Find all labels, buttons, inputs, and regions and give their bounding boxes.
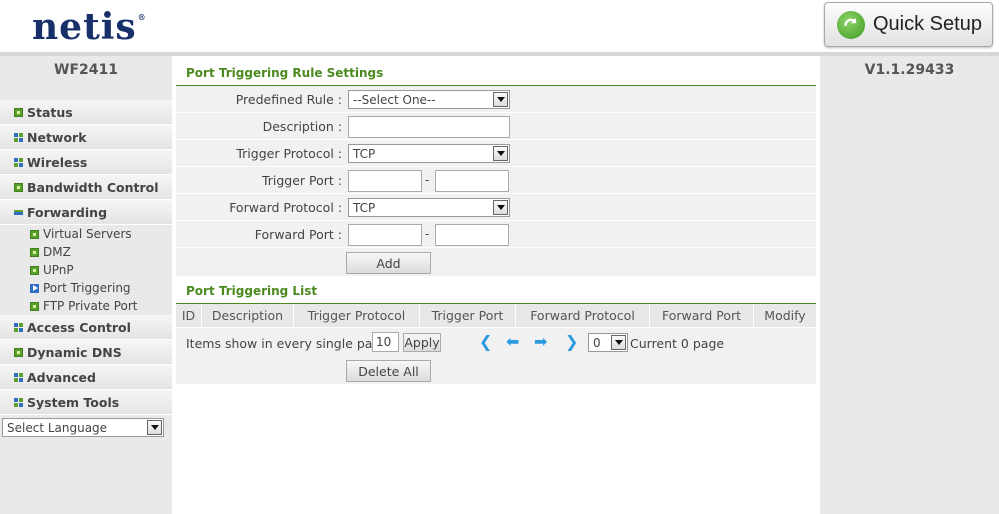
- chevron-down-icon[interactable]: [493, 146, 508, 161]
- apply-button[interactable]: Apply: [403, 333, 441, 352]
- right-sidebar: V1.1.29433: [820, 56, 999, 514]
- quick-setup-label: Quick Setup: [873, 13, 982, 35]
- delete-all-button[interactable]: Delete All: [346, 360, 431, 382]
- current-page-text: Current 0 page: [630, 336, 725, 351]
- chevron-down-icon[interactable]: [611, 335, 626, 350]
- model-name: WF2411: [54, 62, 118, 78]
- submenu-upnp[interactable]: UPnP: [0, 261, 172, 279]
- forward-port-separator: -: [425, 227, 430, 241]
- trigger-port-start-input[interactable]: [348, 170, 422, 192]
- trigger-protocol-select[interactable]: TCP: [348, 144, 510, 163]
- refresh-arrow-icon: [837, 10, 865, 39]
- active-arrow-icon: [30, 283, 39, 293]
- wireless-icon: [14, 157, 23, 167]
- menu-item-network[interactable]: Network: [0, 125, 172, 150]
- header: netis® Quick Setup: [0, 0, 999, 52]
- bandwidth-icon: [14, 182, 23, 192]
- column-trigger-port: Trigger Port: [420, 304, 516, 327]
- forward-protocol-label: Forward Protocol :: [229, 200, 342, 215]
- bullet-icon: [30, 265, 39, 275]
- forward-port-end-input[interactable]: [435, 224, 509, 246]
- menu-item-access-control[interactable]: Access Control: [0, 315, 172, 340]
- menu-item-bandwidth-control[interactable]: Bandwidth Control: [0, 175, 172, 200]
- previous-page-icon[interactable]: ⬅: [506, 334, 519, 350]
- trigger-protocol-row: Trigger Protocol : TCP: [176, 140, 816, 167]
- chevron-down-icon[interactable]: [147, 420, 162, 435]
- trigger-port-end-input[interactable]: [435, 170, 509, 192]
- predefined-rule-row: Predefined Rule : --Select One--: [176, 86, 816, 113]
- settings-section-title: Port Triggering Rule Settings: [176, 56, 816, 86]
- dynamic-dns-icon: [14, 347, 23, 357]
- predefined-rule-label: Predefined Rule :: [235, 92, 342, 107]
- network-icon: [14, 132, 23, 142]
- collapse-icon: [14, 209, 23, 215]
- add-button[interactable]: Add: [346, 252, 431, 274]
- page-select[interactable]: 0: [588, 333, 628, 352]
- column-id: ID: [176, 304, 202, 327]
- chevron-down-icon[interactable]: [493, 92, 508, 107]
- items-per-page-input[interactable]: 10: [372, 332, 399, 352]
- last-page-icon[interactable]: ❯: [565, 334, 578, 350]
- column-trigger-protocol: Trigger Protocol: [294, 304, 420, 327]
- forward-port-start-input[interactable]: [348, 224, 422, 246]
- forward-protocol-select[interactable]: TCP: [348, 198, 510, 217]
- items-per-page-label: Items show in every single page: [186, 336, 389, 351]
- trigger-port-label: Trigger Port :: [261, 173, 342, 188]
- left-sidebar: WF2411 Status Network Wireless Bandwidth…: [0, 56, 172, 514]
- list-section-title: Port Triggering List: [176, 277, 816, 304]
- access-control-icon: [14, 322, 23, 332]
- description-row: Description :: [176, 113, 816, 140]
- firmware-version: V1.1.29433: [864, 62, 955, 78]
- menu-item-advanced[interactable]: Advanced: [0, 365, 172, 390]
- chevron-down-icon[interactable]: [493, 200, 508, 215]
- forward-port-row: Forward Port : -: [176, 221, 816, 248]
- bullet-icon: [30, 247, 39, 257]
- column-description: Description: [202, 304, 294, 327]
- status-icon: [14, 107, 23, 117]
- main-content: Port Triggering Rule Settings Predefined…: [176, 56, 816, 384]
- trigger-protocol-label: Trigger Protocol :: [236, 146, 342, 161]
- language-select[interactable]: Select Language: [2, 418, 164, 437]
- column-forward-protocol: Forward Protocol: [516, 304, 650, 327]
- menu-item-status[interactable]: Status: [0, 100, 172, 125]
- submenu-ftp-private-port[interactable]: FTP Private Port: [0, 297, 172, 315]
- bullet-icon: [30, 301, 39, 311]
- predefined-rule-select[interactable]: --Select One--: [348, 90, 510, 109]
- description-input[interactable]: [348, 116, 510, 138]
- menu-item-wireless[interactable]: Wireless: [0, 150, 172, 175]
- add-row: Add: [176, 248, 816, 277]
- system-tools-icon: [14, 397, 23, 407]
- submenu-virtual-servers[interactable]: Virtual Servers: [0, 225, 172, 243]
- delete-all-row: Delete All: [176, 358, 816, 384]
- submenu-dmz[interactable]: DMZ: [0, 243, 172, 261]
- menu-item-forwarding[interactable]: Forwarding: [0, 200, 172, 225]
- submenu-port-triggering[interactable]: Port Triggering: [0, 279, 172, 297]
- next-page-icon[interactable]: ➡: [534, 334, 547, 350]
- column-modify: Modify: [764, 308, 806, 323]
- forward-port-label: Forward Port :: [254, 227, 342, 242]
- first-page-icon[interactable]: ❮: [479, 334, 492, 350]
- quick-setup-button[interactable]: Quick Setup: [824, 2, 993, 47]
- trigger-port-separator: -: [425, 173, 430, 187]
- trigger-port-row: Trigger Port : -: [176, 167, 816, 194]
- forward-protocol-row: Forward Protocol : TCP: [176, 194, 816, 221]
- netis-logo[interactable]: netis®: [32, 6, 147, 48]
- main-menu: Status Network Wireless Bandwidth Contro…: [0, 100, 172, 415]
- advanced-icon: [14, 372, 23, 382]
- menu-item-dynamic-dns[interactable]: Dynamic DNS: [0, 340, 172, 365]
- list-table-header: ID Description Trigger Protocol Trigger …: [176, 304, 816, 328]
- pagination-row: Items show in every single page 10 Apply…: [176, 328, 816, 358]
- menu-item-system-tools[interactable]: System Tools: [0, 390, 172, 415]
- column-forward-port: Forward Port: [650, 304, 754, 327]
- description-label: Description :: [262, 119, 342, 134]
- bullet-icon: [30, 229, 39, 239]
